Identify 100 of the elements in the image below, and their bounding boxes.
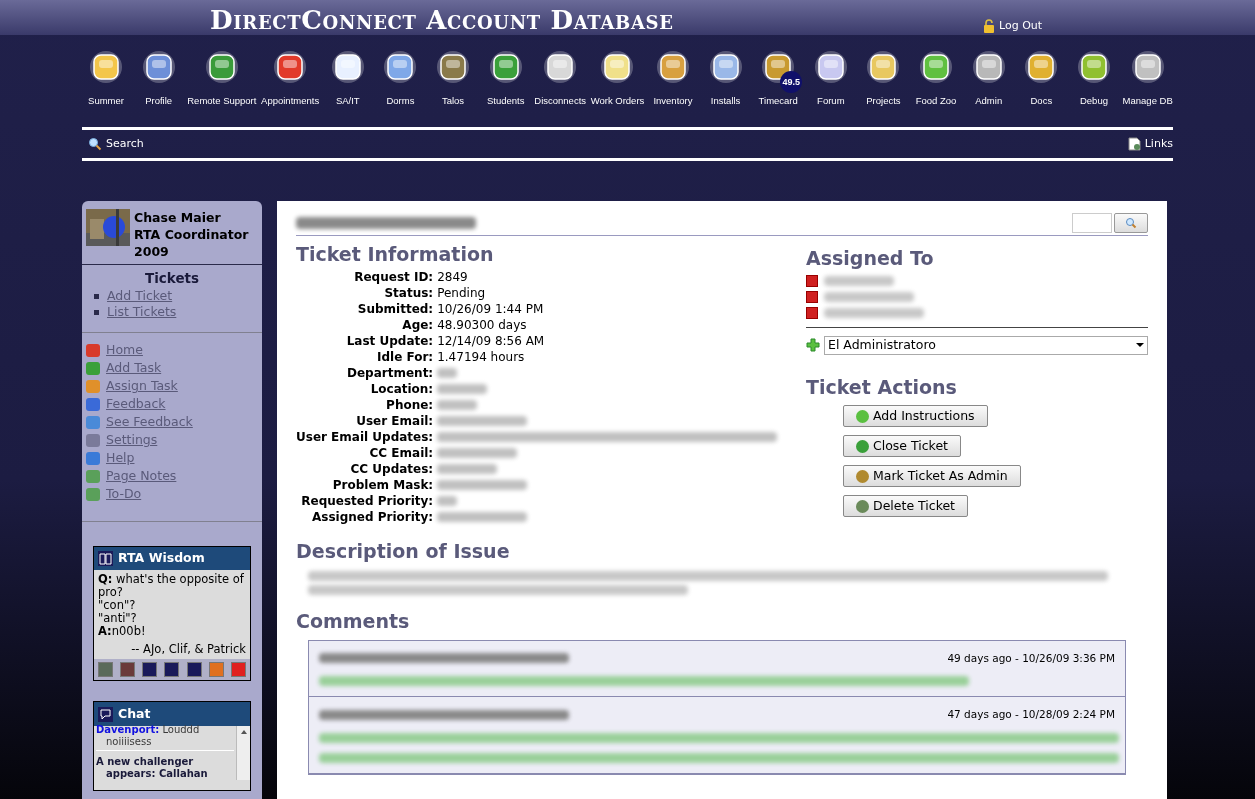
nav-item[interactable]: Talos [429,49,478,107]
document-icon [1127,137,1141,151]
remove-icon[interactable] [806,290,818,303]
chat-message: A new challenger appears: Callahan [96,756,209,781]
plus-icon[interactable] [806,338,820,352]
search-field[interactable] [1072,213,1112,233]
field-label: Requested Priority: [300,492,434,509]
action-icon [856,439,869,453]
nav-item[interactable]: Manage DB [1122,49,1173,107]
section-heading: Assigned To [806,246,935,271]
field-label: Idle For: [376,348,434,365]
book-icon [98,551,113,567]
nav-item[interactable]: Appointments [261,49,320,107]
nav-item[interactable]: Food Zoo [912,49,961,107]
menu-icon [86,397,100,411]
field-label: Problem Mask: [331,476,434,493]
field-label: Status: [383,284,434,301]
app-icon [542,49,579,85]
search-icon [1125,217,1137,229]
toolbar-button[interactable] [142,662,158,678]
user-year: 2009 [134,243,170,260]
action-button[interactable]: Delete Ticket [843,495,969,517]
menu-icon [86,433,100,447]
field-value: 12/14/09 8:56 AM [437,332,545,349]
menu-icon [86,379,100,393]
field-label: Location: [369,380,434,397]
search-button[interactable] [1114,213,1148,233]
action-button[interactable]: Add Instructions [843,405,988,427]
menu-icon [86,487,100,501]
app-icon [1075,49,1112,85]
nav-item[interactable]: Remote Support [187,49,257,107]
section-title: Tickets [143,269,201,288]
app-icon [654,49,691,85]
nav-item[interactable]: Admin [964,49,1013,107]
wisdom-line: "anti"? [98,612,137,626]
menu-icon [86,469,100,483]
toolbar-button[interactable] [186,662,202,678]
app-icon [812,49,849,85]
app-icon [865,49,902,85]
field-label: User Email Updates: [296,428,434,445]
menu-icon [86,451,100,465]
nav-item[interactable]: Disconnects [534,49,587,107]
nav-item[interactable]: Docs [1017,49,1066,107]
nav-item[interactable]: Students [481,49,530,107]
panel-title: RTA Wisdom [118,549,205,568]
count-badge: 49.5 [780,71,803,93]
nav-item[interactable]: Work Orders [590,49,645,107]
links-link[interactable]: Links [1127,135,1173,153]
scrollbar[interactable] [236,726,250,781]
comment-time: 49 days ago - 10/26/09 3:36 PM [947,650,1115,666]
nav-item[interactable]: Forum [806,49,855,107]
field-label: CC Updates: [349,460,434,477]
app-icon [1023,49,1060,85]
wisdom-credit: -- AJo, Clif, & Patrick [130,643,246,657]
nav-item[interactable]: Projects [859,49,908,107]
section-heading: Ticket Information [296,242,495,267]
chat-message: Davenport: Louddd noiiiisess [96,724,234,752]
nav-item[interactable]: Summer [82,49,130,107]
field-value: 1.47194 hours [437,348,525,365]
action-button[interactable]: Mark Ticket As Admin [843,465,1021,487]
nav-item[interactable]: 49.5 Timecard [754,49,803,107]
section-heading: Description of Issue [296,538,511,564]
nav-item[interactable]: Dorms [376,49,425,107]
app-icon [203,49,240,85]
lock-icon [983,19,995,34]
search-link[interactable]: Search [88,135,144,153]
bullet-icon [94,309,99,315]
field-label: Age: [401,316,434,333]
nav-item[interactable]: SA/IT [323,49,372,107]
field-value: Pending [437,284,486,301]
nav-item[interactable]: Debug [1069,49,1118,107]
toolbar-button[interactable] [164,662,180,678]
field-label: Last Update: [345,332,434,349]
remove-icon[interactable] [806,274,818,287]
app-icon [329,49,366,85]
nav-item[interactable]: Installs [701,49,750,107]
app-icon [1129,49,1166,85]
app-icon [918,49,955,85]
wisdom-line: "con"? [98,599,137,613]
site-title: DirectConnect Account Database [210,5,674,35]
section-heading: Comments [296,609,411,634]
app-icon [970,49,1007,85]
app-icon [487,49,524,85]
remove-icon[interactable] [806,306,818,319]
wisdom-answer: A:n00b! [98,625,147,639]
app-icon [88,49,124,85]
toolbar-button[interactable] [120,662,136,678]
comment-time: 47 days ago - 10/28/09 2:24 PM [947,707,1115,723]
assignee-dropdown[interactable]: El Administratoro [824,335,1148,355]
speech-bubble-icon [98,706,113,722]
app-icon [382,49,419,85]
nav-item[interactable]: Profile [134,49,183,107]
field-label: Request ID: [353,268,434,285]
app-icon [435,49,472,85]
section-heading: Ticket Actions [806,374,958,400]
menu-icon [86,415,100,429]
field-label: Phone: [385,396,434,413]
logout-link[interactable]: Log Out [983,18,1043,35]
nav-item[interactable]: Inventory [648,49,697,107]
action-button[interactable]: Close Ticket [843,435,961,457]
